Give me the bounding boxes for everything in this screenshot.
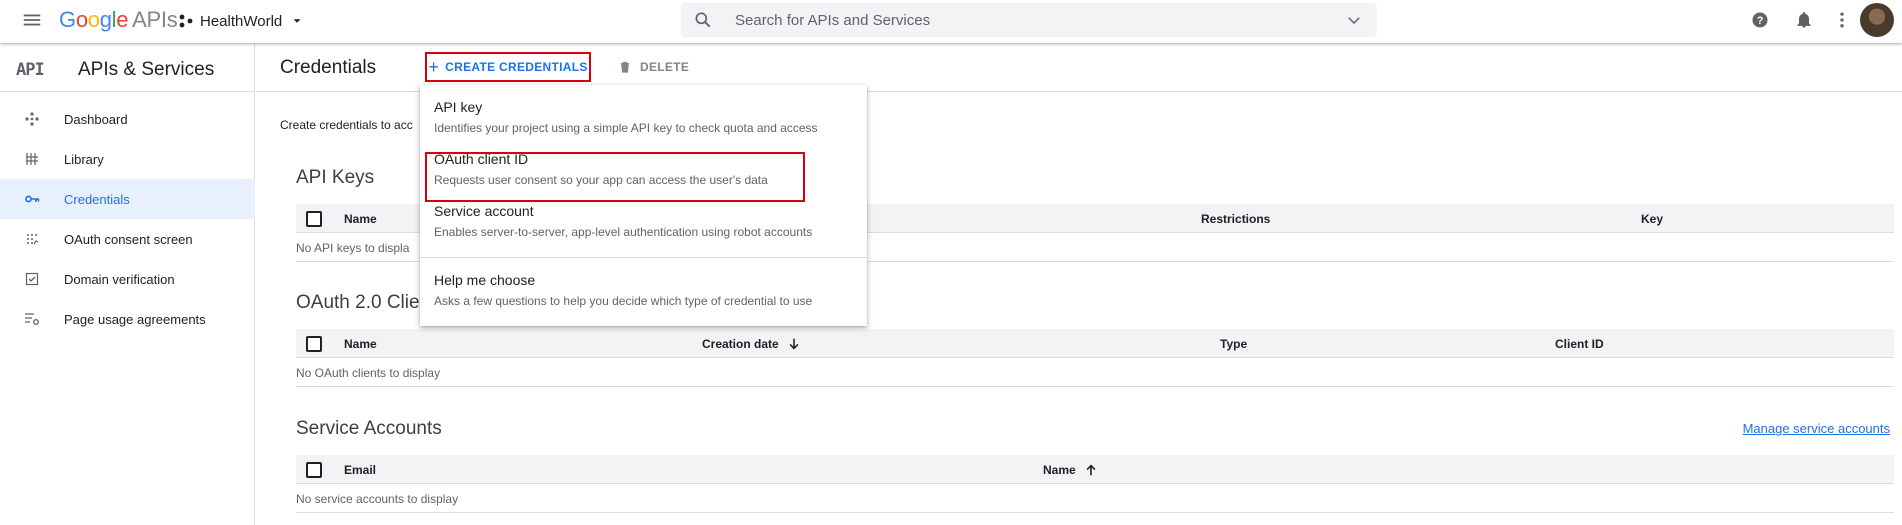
select-all-checkbox[interactable] xyxy=(306,336,322,352)
checkbox-icon xyxy=(25,272,39,286)
service-accounts-title: Service Accounts xyxy=(296,418,442,439)
menu-item-title: OAuth client ID xyxy=(434,151,529,167)
page-title: Credentials xyxy=(280,57,377,78)
select-all-checkbox[interactable] xyxy=(306,462,322,478)
library-icon xyxy=(26,153,38,165)
menu-item-description: Asks a few questions to help you decide … xyxy=(434,294,813,308)
top-app-bar: Google APIs HealthWorld Search for APIs a… xyxy=(0,0,1902,43)
sidebar-item-label: Credentials xyxy=(64,191,130,207)
column-header-creation-date[interactable]: Creation date xyxy=(702,337,801,351)
key-icon xyxy=(25,195,40,203)
column-header-label: Name xyxy=(1043,463,1076,477)
more-vert-icon[interactable] xyxy=(1832,10,1852,30)
dashboard-icon xyxy=(25,112,39,126)
sidebar-header: API APIs & Services xyxy=(16,55,214,85)
help-icon[interactable]: ? xyxy=(1750,10,1770,30)
arrow-down-icon xyxy=(789,338,799,350)
menu-item-description: Enables server-to-server, app-level auth… xyxy=(434,225,813,239)
delete-label: DELETE xyxy=(640,60,690,74)
menu-item-description: Identifies your project using a simple A… xyxy=(434,121,818,135)
sidebar-item-page-usage[interactable]: Page usage agreements xyxy=(0,299,255,339)
sidebar-item-label: Dashboard xyxy=(64,111,128,127)
sidebar-item-label: OAuth consent screen xyxy=(64,231,193,247)
search-expand-icon[interactable] xyxy=(1345,11,1363,29)
sidebar-item-oauth-consent[interactable]: OAuth consent screen xyxy=(0,219,255,259)
column-header-name[interactable]: Name xyxy=(344,212,377,226)
sidebar-item-label: Page usage agreements xyxy=(64,311,206,327)
column-header-restrictions[interactable]: Restrictions xyxy=(1201,212,1270,226)
user-avatar[interactable] xyxy=(1860,3,1894,37)
sidebar-item-domain-verification[interactable]: Domain verification xyxy=(0,259,255,299)
sidebar-item-library[interactable]: Library xyxy=(0,139,255,179)
delete-button[interactable]: DELETE xyxy=(618,55,689,79)
project-dots-icon xyxy=(179,14,193,28)
project-selector[interactable]: HealthWorld xyxy=(178,9,304,33)
sidebar-item-credentials[interactable]: Credentials xyxy=(0,179,255,219)
create-credentials-button[interactable]: + CREATE CREDENTIALS xyxy=(425,52,591,82)
sidebar-item-label: Library xyxy=(64,151,104,167)
menu-item-title: Service account xyxy=(434,203,534,219)
service-accounts-empty-row: No service accounts to display xyxy=(296,484,1894,513)
menu-item-help-me-choose[interactable]: Help me choose Asks a few questions to h… xyxy=(420,258,867,310)
column-header-label: Creation date xyxy=(702,337,779,351)
arrow-up-icon xyxy=(1086,464,1096,476)
sidebar: API APIs & Services Dashboard Library Cr… xyxy=(0,43,255,525)
menu-item-title: API key xyxy=(434,99,483,115)
menu-item-oauth-client-id[interactable]: OAuth client ID Requests user consent so… xyxy=(420,137,867,189)
api-keys-title: API Keys xyxy=(296,167,375,188)
google-apis-logo[interactable]: Google APIs xyxy=(59,7,178,33)
notifications-bell-icon[interactable] xyxy=(1794,10,1814,30)
create-credentials-label: CREATE CREDENTIALS xyxy=(445,60,588,74)
sidebar-item-label: Domain verification xyxy=(64,271,175,287)
oauth-empty-row: No OAuth clients to display xyxy=(296,358,1894,387)
sidebar-divider xyxy=(0,91,255,92)
chevron-down-icon xyxy=(293,19,301,23)
column-header-key[interactable]: Key xyxy=(1641,212,1663,226)
column-header-type[interactable]: Type xyxy=(1220,337,1247,351)
hamburger-menu-icon[interactable] xyxy=(21,9,43,31)
service-accounts-table-header: Email Name xyxy=(296,455,1894,484)
menu-item-title: Help me choose xyxy=(434,272,536,288)
search-icon[interactable] xyxy=(693,10,713,30)
menu-item-api-key[interactable]: API key Identifies your project using a … xyxy=(420,85,867,137)
plus-icon: + xyxy=(428,57,440,77)
column-header-name[interactable]: Name xyxy=(344,337,377,351)
select-all-checkbox[interactable] xyxy=(306,211,322,227)
search-input[interactable]: Search for APIs and Services xyxy=(735,12,1345,29)
project-name: HealthWorld xyxy=(200,12,283,30)
oauth-table-header: Name Creation date Type Client ID xyxy=(296,329,1894,358)
consent-icon xyxy=(27,234,39,245)
oauth-clients-title: OAuth 2.0 Clie xyxy=(296,292,420,313)
create-credentials-menu: API key Identifies your project using a … xyxy=(420,85,867,326)
manage-service-accounts-link[interactable]: Manage service accounts xyxy=(1743,421,1890,436)
intro-text: Create credentials to acc xyxy=(280,118,413,132)
settings-list-icon xyxy=(25,313,39,325)
column-header-name[interactable]: Name xyxy=(1043,463,1098,477)
svg-text:?: ? xyxy=(1757,15,1764,27)
sidebar-title: APIs & Services xyxy=(78,59,215,80)
trash-icon xyxy=(620,61,630,73)
api-logo-icon: API xyxy=(16,60,45,80)
menu-item-service-account[interactable]: Service account Enables server-to-server… xyxy=(420,189,867,241)
search-bar[interactable]: Search for APIs and Services xyxy=(681,3,1377,37)
column-header-email[interactable]: Email xyxy=(344,463,376,477)
menu-item-description: Requests user consent so your app can ac… xyxy=(434,173,768,187)
column-header-client-id[interactable]: Client ID xyxy=(1555,337,1604,351)
sidebar-item-dashboard[interactable]: Dashboard xyxy=(0,99,255,139)
